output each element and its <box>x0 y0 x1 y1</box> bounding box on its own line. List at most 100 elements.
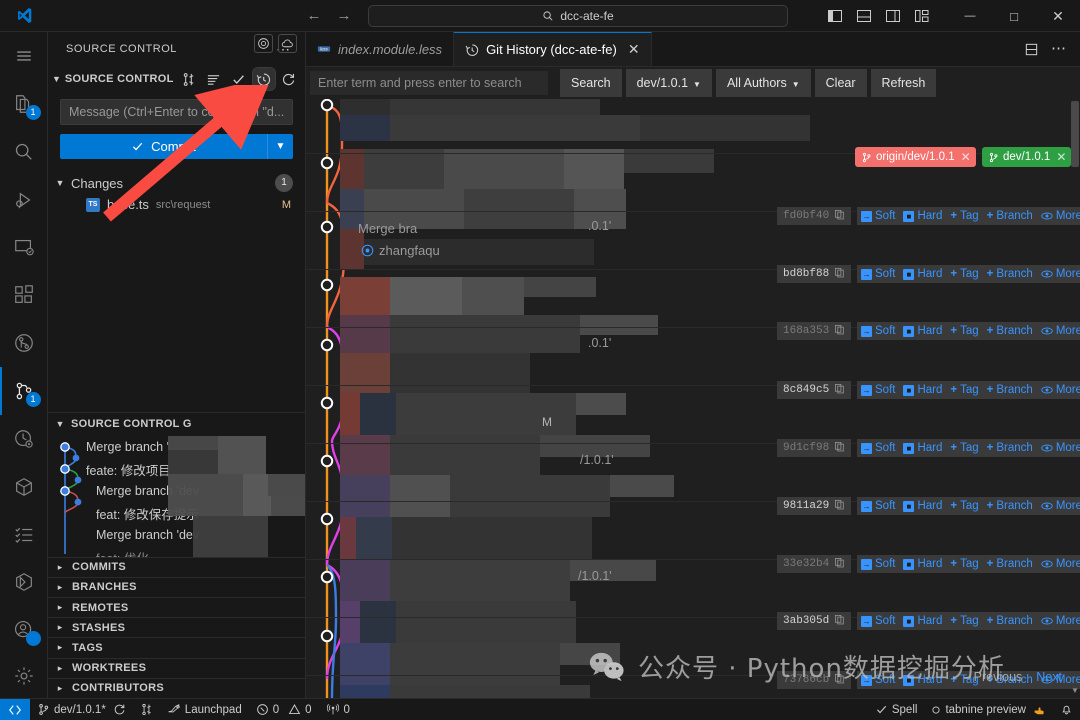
soft-reset-button[interactable]: → Soft <box>861 268 895 280</box>
commit-message-input[interactable]: Message (Ctrl+Enter to commit on "d... <box>60 99 293 125</box>
copy-icon[interactable] <box>834 209 845 220</box>
create-branch-button[interactable]: + Branch <box>987 615 1033 627</box>
commit-hash-chip[interactable]: 8c849c5 <box>777 381 852 399</box>
status-ports[interactable]: 0 <box>319 699 357 720</box>
create-branch-button[interactable]: + Branch <box>987 442 1033 454</box>
create-tag-button[interactable]: + Tag <box>950 268 978 280</box>
sidebar-section-worktrees[interactable]: ▸ WORKTREES <box>48 657 305 678</box>
create-tag-button[interactable]: + Tag <box>950 210 978 222</box>
customize-layout-icon[interactable] <box>914 8 930 24</box>
sidebar-item-run-and-debug[interactable] <box>0 176 48 224</box>
create-tag-button[interactable]: + Tag <box>950 615 978 627</box>
status-launchpad[interactable]: Launchpad <box>160 699 249 720</box>
create-tag-button[interactable]: + Tag <box>950 500 978 512</box>
copy-hash-button[interactable] <box>834 614 845 629</box>
tab-git-history[interactable]: Git History (dcc-ate-fe) ✕ <box>454 32 652 66</box>
sidebar-item-extensions[interactable] <box>0 271 48 319</box>
copy-icon[interactable] <box>834 383 845 394</box>
status-branch[interactable]: dev/1.0.1* <box>30 699 133 720</box>
commit-hash-chip[interactable]: 33e32b4 <box>777 555 852 573</box>
sidebar-item-package[interactable] <box>0 463 48 511</box>
scroll-down-icon[interactable]: ▼ <box>1070 686 1080 698</box>
copy-hash-button[interactable] <box>834 441 845 456</box>
hard-reset-button[interactable]: ■ Hard <box>903 615 942 627</box>
create-branch-button[interactable]: + Branch <box>987 384 1033 396</box>
hard-reset-button[interactable]: ■ Hard <box>903 384 942 396</box>
split-editor-icon[interactable] <box>1024 42 1039 57</box>
create-tag-button[interactable]: + Tag <box>950 384 978 396</box>
hard-reset-button[interactable]: ■ Hard <box>903 210 942 222</box>
search-input[interactable] <box>310 71 548 95</box>
author-select[interactable]: All Authors ▼ <box>715 69 811 97</box>
copy-icon[interactable] <box>834 499 845 510</box>
copy-icon[interactable] <box>834 324 845 335</box>
sidebar-item-todo-tree[interactable] <box>0 511 48 559</box>
next-page-button[interactable]: Next <box>1036 670 1062 684</box>
sidebar-section-contributors[interactable]: ▸ CONTRIBUTORS <box>48 677 305 698</box>
sidebar-item-git-graph[interactable] <box>0 319 48 367</box>
changes-header[interactable]: ▼ Changes 1 <box>48 172 305 194</box>
cloud-icon[interactable] <box>278 34 297 53</box>
forward-icon[interactable]: → <box>336 7 352 24</box>
copy-hash-button[interactable] <box>834 557 845 572</box>
status-spell[interactable]: Spell <box>868 699 925 720</box>
refresh-icon[interactable] <box>278 68 300 90</box>
hard-reset-button[interactable]: ■ Hard <box>903 325 942 337</box>
vertical-scrollbar[interactable]: ▲ ▼ <box>1070 99 1080 698</box>
sidebar-item-explorer[interactable]: 1 <box>0 80 48 128</box>
close-button[interactable]: ✕ <box>1036 0 1080 32</box>
copy-hash-button[interactable] <box>834 324 845 339</box>
ref-tag-local[interactable]: dev/1.0.1 ✕ <box>982 147 1072 167</box>
remote-window-indicator[interactable] <box>0 698 30 720</box>
sidebar-section-tags[interactable]: ▸ TAGS <box>48 637 305 657</box>
hard-reset-button[interactable]: ■ Hard <box>903 442 942 454</box>
hard-reset-button[interactable]: ■ Hard <box>903 674 942 686</box>
status-tabnine[interactable]: tabnine preview <box>924 699 1053 720</box>
status-git-compare[interactable] <box>133 699 160 720</box>
tab-index-module-less[interactable]: less index.module.less <box>306 32 455 66</box>
copy-icon[interactable] <box>834 557 845 568</box>
copy-icon[interactable] <box>834 441 845 452</box>
commit-check-icon[interactable] <box>228 68 250 90</box>
soft-reset-button[interactable]: → Soft <box>861 500 895 512</box>
commit-hash-chip[interactable]: 3ab305d <box>777 612 852 630</box>
git-history-clock-icon[interactable] <box>251 67 276 92</box>
maximize-button[interactable]: □ <box>992 0 1036 32</box>
list-item[interactable]: TS base.ts src\request M <box>48 194 305 216</box>
sidebar-section-stashes[interactable]: ▸ STASHES <box>48 617 305 637</box>
commit-hash-chip[interactable]: 168a353 <box>777 322 852 340</box>
branch-select[interactable]: dev/1.0.1 ▼ <box>625 69 712 97</box>
sidebar-item-search[interactable] <box>0 128 48 176</box>
sidebar-section-remotes[interactable]: ▸ REMOTES <box>48 596 305 617</box>
create-branch-button[interactable]: + Branch <box>987 325 1033 337</box>
ref-tag-origin[interactable]: origin/dev/1.0.1 ✕ <box>855 147 976 167</box>
previous-page-button[interactable]: Previous <box>974 670 1023 684</box>
hard-reset-button[interactable]: ■ Hard <box>903 558 942 570</box>
sidebar-item-remote-explorer[interactable] <box>0 223 48 271</box>
sidebar-item-codebox[interactable] <box>0 558 48 606</box>
scrollbar-thumb[interactable] <box>1071 101 1079 167</box>
sidebar-item-source-control[interactable]: 1 <box>0 367 48 415</box>
soft-reset-button[interactable]: → Soft <box>861 674 895 686</box>
create-branch-button[interactable]: + Branch <box>987 558 1033 570</box>
sidebar-item-accounts[interactable] <box>0 606 48 654</box>
soft-reset-button[interactable]: → Soft <box>861 210 895 222</box>
refresh-button[interactable]: Refresh <box>870 69 937 97</box>
toggle-panel-icon[interactable] <box>856 8 872 24</box>
menu-icon[interactable] <box>0 32 48 80</box>
status-notifications[interactable] <box>1053 699 1080 720</box>
copy-hash-button[interactable] <box>834 209 845 224</box>
toggle-secondary-sidebar-icon[interactable] <box>885 8 901 24</box>
status-problems[interactable]: 0 0 <box>249 699 319 720</box>
sidebar-section-branches[interactable]: ▸ BRANCHES <box>48 576 305 597</box>
copy-hash-button[interactable] <box>834 383 845 398</box>
commit-hash-chip[interactable]: bd8bf88 <box>777 265 852 283</box>
close-icon[interactable]: ✕ <box>1056 150 1066 164</box>
hard-reset-button[interactable]: ■ Hard <box>903 268 942 280</box>
view-as-list-icon[interactable] <box>203 68 225 90</box>
copy-hash-button[interactable] <box>834 267 845 282</box>
back-icon[interactable]: ← <box>306 7 322 24</box>
command-center[interactable]: dcc-ate-fe <box>368 4 788 27</box>
view-as-tree-icon[interactable] <box>178 68 200 90</box>
create-branch-button[interactable]: + Branch <box>987 500 1033 512</box>
